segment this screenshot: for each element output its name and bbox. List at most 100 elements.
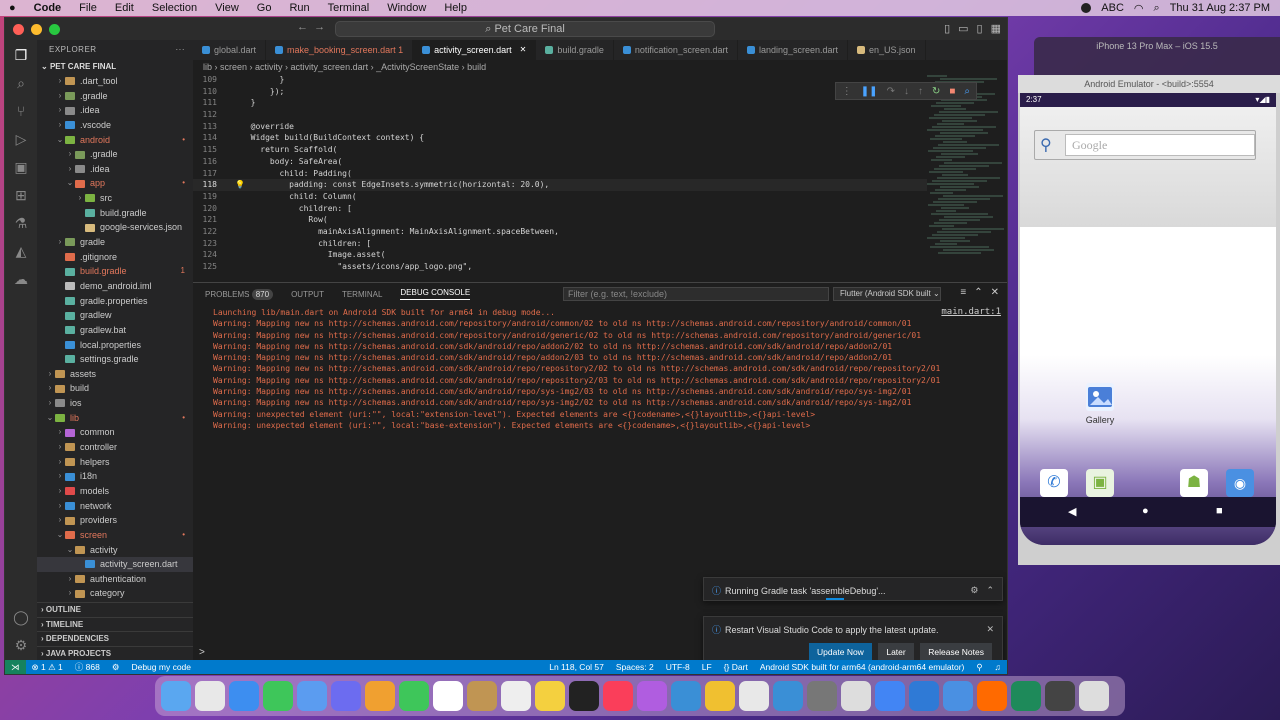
dock-app-icon[interactable] [535, 681, 565, 711]
menu-code[interactable]: Code [25, 2, 71, 14]
close-tab-icon[interactable]: ✕ [520, 40, 527, 60]
run-debug-icon[interactable]: ▷ [12, 130, 30, 148]
tree-item[interactable]: › controller [37, 440, 193, 455]
breadcrumb-item[interactable]: activity_screen.dart [291, 62, 369, 72]
dock-app-icon[interactable] [807, 681, 837, 711]
dock-app-icon[interactable] [1011, 681, 1041, 711]
dock-app-icon[interactable] [467, 681, 497, 711]
editor-tab[interactable]: build.gradle [536, 40, 614, 60]
menu-help[interactable]: Help [435, 2, 476, 14]
source-link[interactable]: main.dart:1 [941, 307, 1001, 317]
code-line[interactable]: 114 Widget build(BuildContext context) { [193, 132, 927, 144]
google-search-input[interactable]: Google [1065, 134, 1255, 156]
tree-item[interactable]: › gradle [37, 235, 193, 250]
code-line[interactable]: 115 return Scaffold( [193, 144, 927, 156]
tree-item[interactable]: local.properties [37, 338, 193, 353]
tree-item[interactable]: › providers [37, 513, 193, 528]
section-outline[interactable]: › OUTLINE [37, 602, 193, 617]
maximize-panel-icon[interactable]: ⌃ [974, 287, 982, 298]
tab-output[interactable]: OUTPUT [291, 290, 324, 299]
encoding[interactable]: UTF-8 [660, 662, 696, 672]
debug-session-select[interactable]: Flutter (Android SDK built ⌄ [833, 287, 941, 301]
dock-app-icon[interactable] [501, 681, 531, 711]
tree-item[interactable]: .gitignore [37, 250, 193, 265]
language-mode[interactable]: {} Dart [718, 662, 754, 672]
dock-app-icon[interactable] [875, 681, 905, 711]
tree-item[interactable]: settings.gradle [37, 352, 193, 367]
tree-item[interactable]: › .vscode [37, 118, 193, 133]
toggle-secondary-icon[interactable]: ▯ [977, 22, 983, 35]
apple-icon[interactable]: ● [0, 2, 25, 14]
menu-file[interactable]: File [70, 2, 106, 14]
dock-app-icon[interactable] [977, 681, 1007, 711]
menu-window[interactable]: Window [378, 2, 435, 14]
code-line[interactable]: 125 "assets/icons/app_logo.png", [193, 261, 927, 273]
notification-gear-icon[interactable]: ⚙ [970, 585, 978, 596]
breadcrumb-item[interactable]: lib [203, 62, 212, 72]
tree-item[interactable]: › .idea [37, 162, 193, 177]
tree-item[interactable]: › ios [37, 396, 193, 411]
dock-app-icon[interactable] [909, 681, 939, 711]
tree-item[interactable]: › .gradle [37, 89, 193, 104]
code-line[interactable]: 113 @override [193, 121, 927, 133]
tree-item[interactable]: ⌄ screen • [37, 528, 193, 543]
dock-app-icon[interactable] [841, 681, 871, 711]
pause-icon[interactable]: ❚❚ [861, 86, 878, 97]
close-window-button[interactable] [13, 23, 24, 35]
google-search-widget[interactable]: ⚲ Google [1034, 130, 1256, 160]
tree-item[interactable]: ⌄ lib • [37, 411, 193, 426]
tree-item[interactable]: gradle.properties [37, 294, 193, 309]
section-dependencies[interactable]: › DEPENDENCIES [37, 631, 193, 646]
editor-tab[interactable]: notification_screen.dart [614, 40, 738, 60]
code-line[interactable]: 116 body: SafeArea( [193, 156, 927, 168]
breadcrumb-item[interactable]: activity [255, 62, 283, 72]
settings-gear-icon[interactable]: ⚙ [12, 636, 30, 654]
tree-item[interactable]: › network [37, 499, 193, 514]
code-line[interactable]: 124 Image.asset( [193, 249, 927, 261]
tree-item[interactable]: demo_android.iml [37, 279, 193, 294]
breadcrumb-item[interactable]: build [467, 62, 486, 72]
tree-item[interactable]: build.gradle 1 [37, 264, 193, 279]
input-source-label[interactable]: ABC [1101, 2, 1124, 14]
collapse-notification-icon[interactable]: ⌃ [986, 585, 994, 596]
search-icon[interactable]: ⌕ [12, 74, 30, 92]
editor-tab[interactable]: global.dart [193, 40, 267, 60]
tree-item[interactable]: activity_screen.dart [37, 557, 193, 572]
dock-app-icon[interactable] [195, 681, 225, 711]
tree-item[interactable]: gradlew.bat [37, 323, 193, 338]
tree-item[interactable]: › models [37, 484, 193, 499]
tree-item[interactable]: › assets [37, 367, 193, 382]
dock-app-icon[interactable] [263, 681, 293, 711]
dock-app-icon[interactable] [569, 681, 599, 711]
drag-handle-icon[interactable]: ⋮ [842, 86, 852, 97]
step-into-icon[interactable]: ↓ [904, 86, 909, 97]
docker-icon[interactable]: ☁ [12, 270, 30, 288]
menu-selection[interactable]: Selection [143, 2, 206, 14]
tree-item[interactable]: › .idea [37, 103, 193, 118]
remote-explorer-icon[interactable]: ▣ [12, 158, 30, 176]
later-button[interactable]: Later [878, 643, 914, 661]
tree-item[interactable]: › build [37, 381, 193, 396]
dock-app-icon[interactable] [637, 681, 667, 711]
step-out-icon[interactable]: ↑ [918, 86, 923, 97]
phone-app-icon[interactable]: ✆ [1040, 469, 1068, 497]
search-icon[interactable]: ⌕ [1154, 2, 1160, 15]
code-line[interactable]: 122 mainAxisAlignment: MainAxisAlignment… [193, 226, 927, 238]
editor-tab[interactable]: make_booking_screen.dart 1 [266, 40, 414, 60]
dock-app-icon[interactable] [739, 681, 769, 711]
tree-item[interactable]: › .dart_tool [37, 74, 193, 89]
tree-item[interactable]: › common [37, 425, 193, 440]
menu-edit[interactable]: Edit [106, 2, 143, 14]
testing-icon[interactable]: ⚗ [12, 214, 30, 232]
close-panel-icon[interactable]: ✕ [991, 287, 999, 298]
notifications-bell-icon[interactable]: ♫ [989, 662, 1007, 672]
info-status[interactable]: ⓘ 868 [69, 661, 106, 673]
dock-app-icon[interactable] [943, 681, 973, 711]
tab-problems[interactable]: PROBLEMS 870 [205, 288, 274, 300]
tree-item[interactable]: ⌄ app • [37, 176, 193, 191]
step-over-icon[interactable]: ↷ [887, 86, 895, 97]
tree-item[interactable]: google-services.json [37, 220, 193, 235]
source-control-icon[interactable]: ⑂ [12, 102, 30, 120]
menu-terminal[interactable]: Terminal [319, 2, 379, 14]
code-line[interactable]: 112 [193, 109, 927, 121]
